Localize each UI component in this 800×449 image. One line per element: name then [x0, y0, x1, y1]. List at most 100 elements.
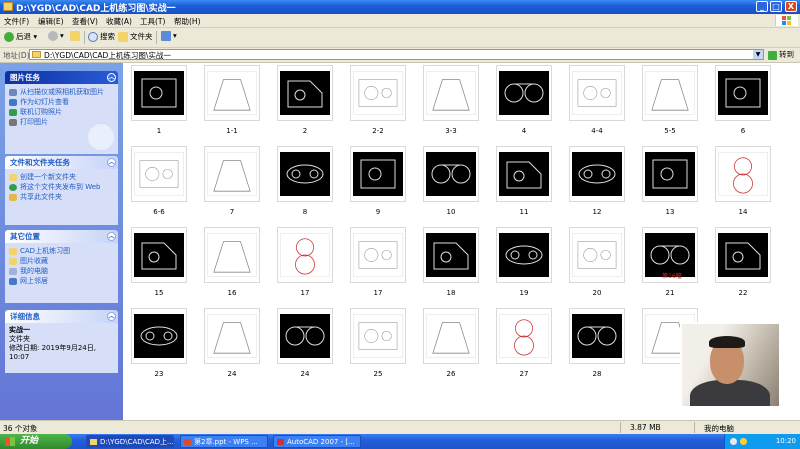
tray-app-icon[interactable]: [740, 438, 747, 445]
cad-drawing-preview: [353, 233, 403, 277]
menu-file[interactable]: 文件(F): [4, 16, 29, 27]
webcam-overlay: [680, 322, 781, 408]
details-header[interactable]: 详细信息 ︿: [5, 310, 118, 323]
cad-drawing-graphic: [578, 164, 616, 184]
cad-drawing-preview: [207, 152, 257, 196]
task-explorer[interactable]: D:\YGD\CAD\CAD上...: [86, 435, 174, 448]
go-button[interactable]: 转到: [768, 49, 794, 60]
close-button[interactable]: X: [785, 1, 797, 12]
folder-icon: [3, 2, 13, 11]
back-button[interactable]: 后退 ▾: [4, 31, 37, 44]
task-wps[interactable]: 第2章.ppt - WPS ...: [180, 435, 268, 448]
collapse-icon[interactable]: ︿: [107, 73, 116, 82]
new-folder-link[interactable]: 创建一个新文件夹: [9, 173, 114, 182]
place-my-computer[interactable]: 我的电脑: [9, 267, 114, 276]
slideshow-link[interactable]: 作为幻灯片查看: [9, 98, 114, 107]
file-tasks-panel: 文件和文件夹任务 ︿ 创建一个新文件夹 将这个文件夹发布到 Web 共享此文件夹: [5, 156, 118, 225]
taskbar: 开始 D:\YGD\CAD\CAD上... 第2章.ppt - WPS ... …: [0, 434, 800, 449]
file-name: 2-2: [372, 127, 384, 135]
cad-drawing-preview: [572, 233, 622, 277]
clock: 10:20: [775, 437, 796, 445]
cad-drawing-preview: [426, 152, 476, 196]
thumbnail-frame: [277, 65, 333, 121]
menu-help[interactable]: 帮助(H): [174, 16, 201, 27]
cad-drawing-preview: [280, 314, 330, 358]
cad-drawing-graphic: [725, 242, 761, 270]
other-places-header[interactable]: 其它位置 ︿: [5, 230, 118, 243]
cad-drawing-preview: [426, 233, 476, 277]
computer-icon: [9, 268, 17, 275]
minimize-button[interactable]: _: [756, 1, 768, 12]
menu-view[interactable]: 查看(V): [72, 16, 98, 27]
file-name: 24: [300, 370, 310, 378]
cad-drawing-graphic: [651, 79, 689, 111]
maximize-button[interactable]: □: [770, 1, 782, 12]
task-autocad[interactable]: AutoCAD 2007 - [...: [273, 435, 361, 448]
cad-drawing-graphic: [358, 79, 398, 107]
camera-watermark-icon: [88, 124, 114, 150]
cad-drawing-graphic: [652, 159, 688, 189]
up-button[interactable]: [70, 31, 82, 44]
folders-button[interactable]: 文件夹: [118, 31, 153, 44]
cad-drawing-preview: [280, 71, 330, 115]
share-folder-link[interactable]: 共享此文件夹: [9, 193, 114, 202]
order-prints-link[interactable]: 联机订购照片: [9, 108, 114, 117]
tray-speaker-icon[interactable]: [730, 438, 737, 445]
menu-favorites[interactable]: 收藏(A): [106, 16, 132, 27]
file-name: 9: [375, 208, 381, 216]
status-object-count: 36 个对象: [3, 424, 38, 433]
link-label: 作为幻灯片查看: [20, 98, 69, 106]
thumbnail-frame: [496, 65, 552, 121]
address-label: 地址(D): [3, 51, 30, 60]
address-input[interactable]: D:\YGD\CAD\CAD上机练习图\实战一 ▼: [29, 49, 764, 60]
cad-drawing-graphic: [213, 241, 251, 273]
search-button[interactable]: 搜索: [88, 31, 115, 44]
file-name: 23: [154, 370, 164, 378]
windows-logo-icon: [775, 15, 798, 26]
start-button[interactable]: 开始: [0, 434, 72, 449]
address-bar: 地址(D) D:\YGD\CAD\CAD上机练习图\实战一 ▼ 转到: [0, 48, 800, 63]
go-label: 转到: [779, 50, 794, 59]
forward-button[interactable]: ▾: [48, 31, 64, 44]
panel-body: 创建一个新文件夹 将这个文件夹发布到 Web 共享此文件夹: [5, 169, 118, 225]
picture-tasks-panel: 图片任务 ︿ 从扫描仪或照相机获取图片 作为幻灯片查看 联机订购照片 打印图片: [5, 71, 118, 154]
folders-label: 文件夹: [130, 32, 153, 41]
search-label: 搜索: [100, 32, 115, 41]
share-folder-icon: [9, 194, 17, 201]
task-pane: 图片任务 ︿ 从扫描仪或照相机获取图片 作为幻灯片查看 联机订购照片 打印图片 文…: [0, 63, 123, 420]
cad-drawing-preview: [718, 71, 768, 115]
thumbnail-frame: [204, 146, 260, 202]
file-name: 3-3: [445, 127, 457, 135]
cad-drawing-graphic: [514, 319, 534, 356]
link-label: 创建一个新文件夹: [20, 173, 76, 181]
picture-tasks-header[interactable]: 图片任务 ︿: [5, 71, 118, 84]
file-name: 14: [738, 208, 748, 216]
chevron-down-icon[interactable]: ▼: [753, 50, 763, 59]
file-tasks-header[interactable]: 文件和文件夹任务 ︿: [5, 156, 118, 169]
views-grid-icon: [161, 31, 171, 41]
pictures-folder-icon: [9, 258, 17, 265]
cad-drawing-graphic: [141, 78, 177, 108]
place-cad-folder[interactable]: CAD上机练习图: [9, 247, 114, 256]
toolbar: 后退 ▾ ▾ 搜索 文件夹 ▾: [0, 28, 800, 48]
place-network[interactable]: 网上邻居: [9, 277, 114, 286]
place-my-pictures[interactable]: 图片收藏: [9, 257, 114, 266]
window-title: D:\YGD\CAD\CAD上机练习图\实战一: [16, 4, 176, 14]
menu-tools[interactable]: 工具(T): [140, 16, 165, 27]
views-button[interactable]: ▾: [161, 31, 177, 44]
collapse-icon[interactable]: ︿: [107, 232, 116, 241]
collapse-icon[interactable]: ︿: [107, 312, 116, 321]
thumbnail-frame: [496, 227, 552, 283]
cad-drawing-preview: [207, 233, 257, 277]
thumbnail-frame: [350, 146, 406, 202]
file-name: 24: [227, 370, 237, 378]
menu-edit[interactable]: 编辑(E): [38, 16, 64, 27]
publish-web-link[interactable]: 将这个文件夹发布到 Web: [9, 183, 114, 192]
get-pictures-link[interactable]: 从扫描仪或照相机获取图片: [9, 88, 114, 97]
link-label: 将这个文件夹发布到 Web: [20, 183, 101, 191]
panel-title: 图片任务: [10, 73, 40, 82]
new-folder-icon: [9, 174, 17, 181]
collapse-icon[interactable]: ︿: [107, 158, 116, 167]
cad-drawing-preview: [499, 152, 549, 196]
file-name: 5-5: [664, 127, 676, 135]
